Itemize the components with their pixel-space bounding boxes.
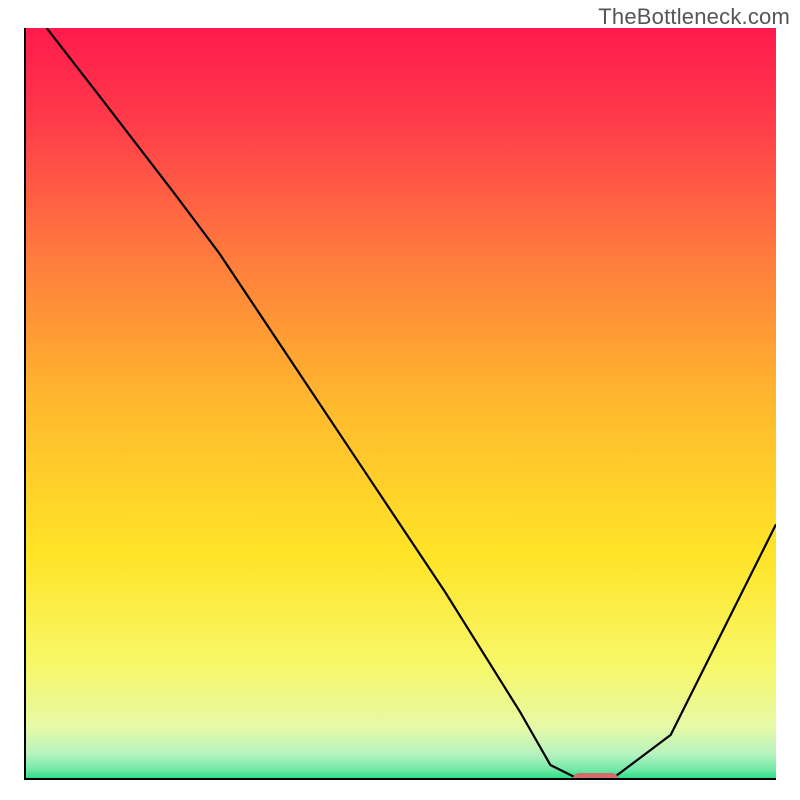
chart-container: TheBottleneck.com	[0, 0, 800, 800]
y-axis-line	[24, 28, 26, 780]
gradient-background	[24, 28, 776, 780]
watermark-label: TheBottleneck.com	[598, 4, 790, 30]
chart-svg	[24, 28, 776, 780]
x-axis-line	[24, 778, 776, 780]
plot-area	[24, 28, 776, 780]
